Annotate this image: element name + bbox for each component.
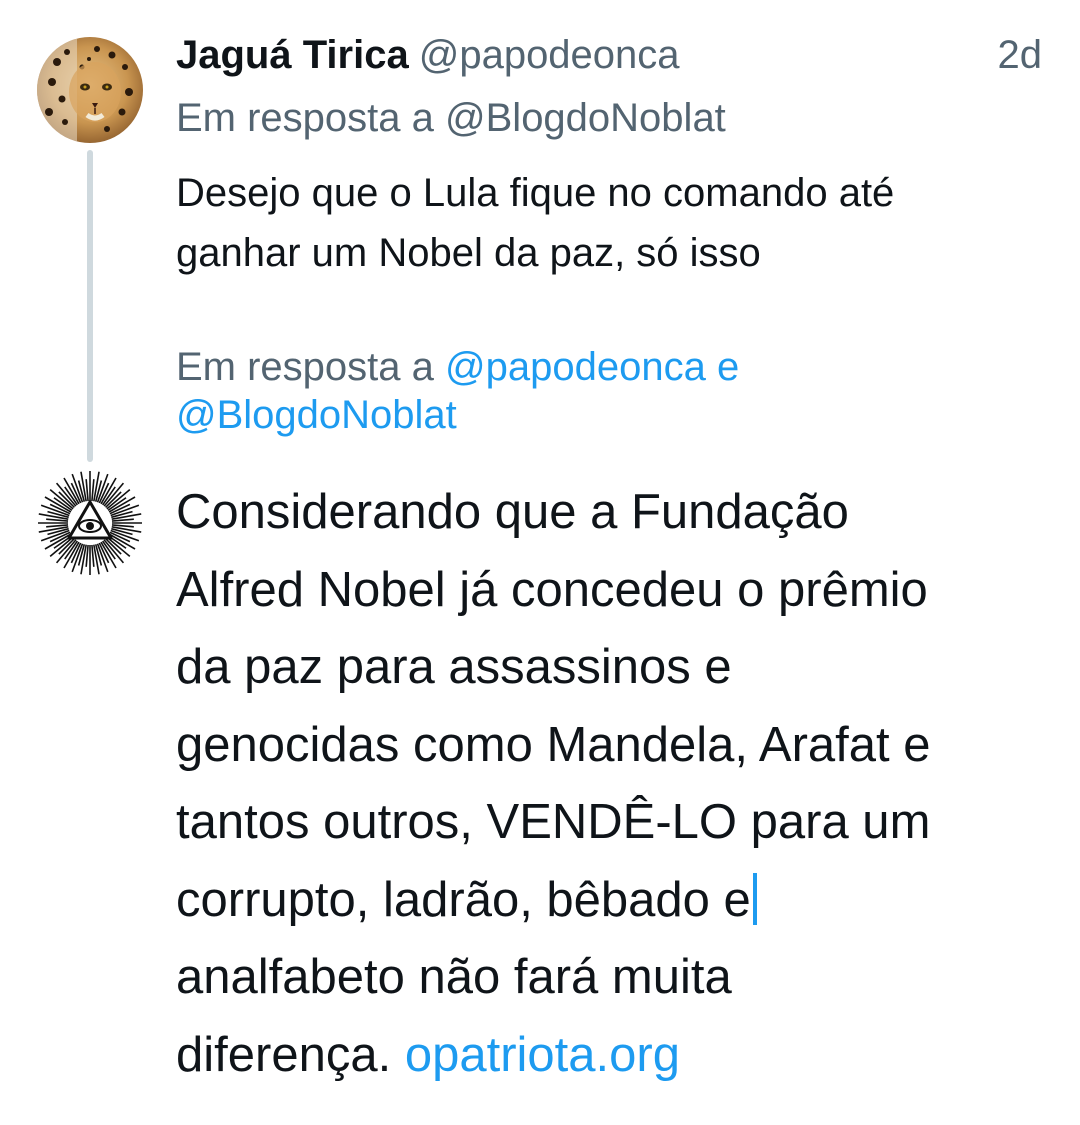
tweet-text-line: Alfred Nobel já concedeu o prêmio [176, 562, 928, 617]
reply-mention[interactable]: @papodeonca [445, 345, 706, 389]
user-handle[interactable]: @papodeonca [419, 33, 680, 77]
jaguar-icon [37, 37, 143, 143]
jaguar-avatar[interactable] [37, 37, 143, 143]
tweet-text-line: Considerando que a Fundação [176, 485, 849, 539]
reply-prefix: Em resposta a [176, 96, 434, 140]
reply-context: Em resposta a @papodeonca e @BlogdoNobla… [176, 343, 1036, 439]
reply-context: Em resposta a @BlogdoNoblat [176, 94, 726, 142]
tweet-text-line-with-cursor: corrupto, ladrão, bêbado e [176, 862, 1056, 940]
tweet-link[interactable]: opatriota.org [405, 1028, 680, 1082]
tweet-text-line: ganhar um Nobel da paz, só isso [176, 231, 761, 275]
all-seeing-eye-icon [37, 470, 143, 576]
tweet-timestamp[interactable]: 2d [998, 32, 1043, 78]
tweet-text-line: genocidas como Mandela, Arafat e [176, 717, 931, 772]
tweet-text-line: Desejo que o Lula fique no comando até [176, 171, 895, 215]
tweet-text-line: corrupto, ladrão, bêbado e [176, 872, 751, 927]
display-name[interactable]: Jaguá Tirica [176, 33, 409, 77]
tweet-text-line: diferença. [176, 1027, 392, 1082]
reply-mention[interactable]: @BlogdoNoblat [176, 393, 457, 437]
reply-conjunction: e [716, 345, 740, 389]
tweet-text-line: da paz para assassinos e [176, 640, 732, 694]
reply-prefix: Em resposta a [176, 345, 434, 389]
tweet-text: Desejo que o Lula fique no comando até g… [176, 163, 1046, 283]
thread-connector-line [87, 150, 93, 462]
tweet-header: Jaguá Tirica @papodeonca 2d [176, 32, 1046, 78]
tweet-text: Considerando que a Fundação Alfred Nobel… [176, 474, 1056, 1094]
text-cursor [752, 872, 757, 925]
tweet-text-last-line: diferença. opatriota.org [176, 1017, 1056, 1095]
all-seeing-eye-avatar[interactable] [37, 470, 143, 576]
tweet-text-line: tantos outros, VENDÊ-LO para um [176, 795, 931, 849]
tweet-text-line: analfabeto não fará muita [176, 950, 732, 1004]
reply-mention[interactable]: @BlogdoNoblat [445, 96, 726, 140]
